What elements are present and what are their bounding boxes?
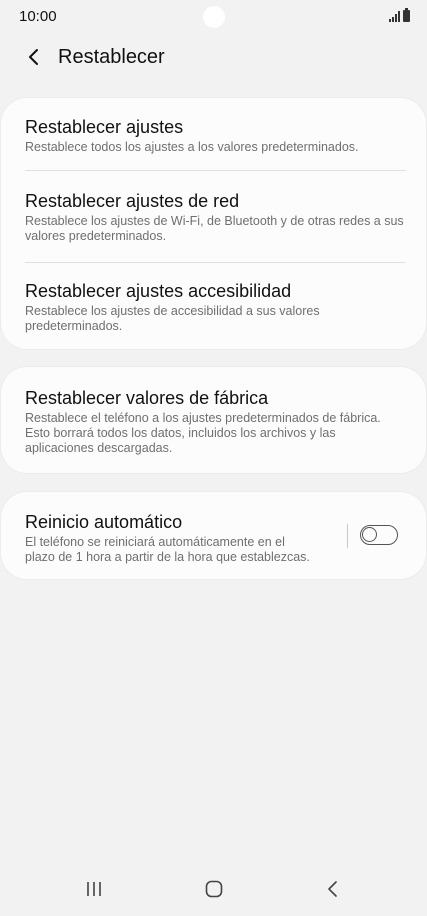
item-description: El teléfono se reiniciará automáticament…: [25, 535, 310, 564]
item-title: Restablecer ajustes de red: [25, 191, 240, 211]
item-description: Restablece los ajustes de Wi-Fi, de Blue…: [25, 214, 404, 243]
status-icons: [389, 8, 410, 22]
divider: [25, 262, 406, 263]
auto-restart-toggle[interactable]: [360, 525, 398, 545]
home-icon: [205, 880, 223, 898]
item-title: Reinicio automático: [25, 512, 183, 532]
divider: [25, 170, 406, 171]
reset-network-settings-item[interactable]: Restablecer ajustes de red Restablece lo…: [25, 190, 406, 244]
reset-accessibility-settings-item[interactable]: Restablecer ajustes accesibilidad Restab…: [25, 280, 406, 334]
auto-restart-card: Reinicio automático El teléfono se reini…: [1, 492, 426, 579]
toggle-divider: [347, 524, 348, 548]
status-bar: 10:00: [0, 0, 427, 34]
recent-apps-button[interactable]: [74, 876, 114, 902]
signal-icon: [389, 11, 400, 22]
recent-apps-icon: [87, 882, 101, 896]
auto-restart-item[interactable]: Reinicio automático El teléfono se reini…: [25, 511, 316, 565]
item-description: Restablece el teléfono a los ajustes pre…: [25, 411, 381, 455]
back-button[interactable]: [20, 43, 48, 71]
page-title: Restablecer: [58, 45, 165, 68]
status-time: 10:00: [19, 8, 57, 25]
chevron-left-icon: [29, 49, 38, 65]
header: Restablecer: [0, 40, 427, 74]
battery-icon: [403, 8, 410, 22]
item-description: Restablece los ajustes de accesibilidad …: [25, 304, 320, 333]
item-title: Restablecer valores de fábrica: [25, 388, 269, 408]
factory-reset-item[interactable]: Restablecer valores de fábrica Restablec…: [25, 387, 406, 456]
navigation-bar: [0, 862, 427, 916]
item-description: Restablece todos los ajustes a los valor…: [25, 140, 359, 154]
toggle-knob: [362, 527, 377, 542]
item-title: Restablecer ajustes: [25, 117, 184, 137]
home-button[interactable]: [194, 876, 234, 902]
nav-back-button[interactable]: [313, 876, 353, 902]
reset-settings-card: Restablecer ajustes Restablece todos los…: [1, 98, 426, 349]
item-title: Restablecer ajustes accesibilidad: [25, 281, 292, 301]
reset-settings-item[interactable]: Restablecer ajustes Restablece todos los…: [25, 116, 406, 155]
factory-reset-card: Restablecer valores de fábrica Restablec…: [1, 367, 426, 473]
camera-cutout: [203, 6, 225, 28]
back-icon: [328, 881, 337, 897]
